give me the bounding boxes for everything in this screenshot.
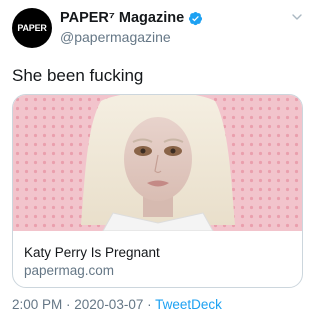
author-name-row[interactable]: PAPER⁷ Magazine bbox=[60, 10, 203, 26]
avatar-logo-text: PAPER bbox=[17, 23, 47, 33]
tweet-source-link[interactable]: TweetDeck bbox=[155, 297, 222, 312]
card-title[interactable]: Katy Perry Is Pregnant bbox=[24, 245, 160, 260]
author-handle[interactable]: @papermagazine bbox=[60, 29, 171, 45]
tweet-date[interactable]: 2020-03-07 bbox=[74, 297, 143, 312]
display-name[interactable]: PAPER⁷ Magazine bbox=[60, 10, 184, 26]
meta-separator: · bbox=[143, 297, 156, 312]
avatar[interactable]: PAPER bbox=[12, 8, 52, 48]
card-domain[interactable]: papermag.com bbox=[24, 263, 114, 278]
link-card[interactable]: Katy Perry Is Pregnant papermag.com bbox=[12, 94, 303, 288]
card-image[interactable] bbox=[13, 95, 303, 231]
verified-badge-icon bbox=[189, 11, 203, 25]
tweet-metadata: 2:00 PM · 2020-03-07 · TweetDeck bbox=[12, 297, 222, 312]
meta-separator: · bbox=[62, 297, 75, 312]
tweet-text: She been fucking bbox=[12, 66, 144, 85]
tweet-time[interactable]: 2:00 PM bbox=[12, 297, 62, 312]
chevron-down-icon[interactable] bbox=[290, 10, 304, 24]
